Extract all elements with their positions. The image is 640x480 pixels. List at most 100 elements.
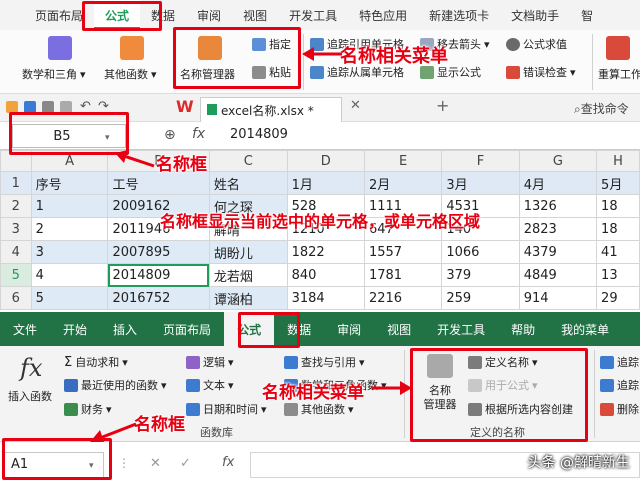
wps-tab-new[interactable]: 新建选项卡 (418, 0, 500, 30)
function-library-label: 函数库 (200, 426, 233, 439)
cell[interactable]: 姓名 (208, 171, 288, 195)
wps-tab-assistant[interactable]: 文档助手 (500, 0, 570, 30)
column-header[interactable]: D (286, 150, 365, 172)
cell[interactable]: 4月 (518, 171, 598, 195)
row-header[interactable]: 1 (0, 171, 32, 195)
row-header[interactable]: 3 (0, 217, 32, 241)
xl-tab-home[interactable]: 开始 (50, 312, 100, 346)
cell[interactable]: 2014809 (107, 263, 210, 287)
doc-tab[interactable]: excel名称.xlsx * (200, 97, 342, 122)
wps-tab-special[interactable]: 特色应用 (348, 0, 418, 30)
error-check-button[interactable]: 错误检查 ▾ (506, 64, 576, 80)
cell[interactable]: 1822 (286, 240, 365, 264)
cell[interactable]: 41 (596, 240, 640, 264)
row-header[interactable]: 5 (0, 263, 32, 287)
evaluate-button[interactable]: 公式求值 (506, 36, 567, 52)
cell[interactable]: 龙若烟 (208, 263, 288, 287)
cell[interactable]: 18 (596, 194, 640, 218)
cell[interactable]: 840 (286, 263, 365, 287)
cell[interactable]: 259 (441, 286, 520, 310)
wps-tab-more[interactable]: 智 (570, 0, 604, 30)
cell[interactable]: 2 (30, 217, 109, 241)
fx-icon[interactable]: fx (192, 126, 205, 142)
cell[interactable]: 序号 (30, 171, 109, 195)
cell[interactable]: 4 (30, 263, 109, 287)
enter-icon[interactable]: ✓ (180, 456, 191, 471)
cell[interactable]: 3月 (441, 171, 520, 195)
cell[interactable]: 3184 (286, 286, 365, 310)
logical-button[interactable]: 逻辑 ▾ (186, 354, 234, 370)
xl-tab-mymenu[interactable]: 我的菜单 (548, 312, 622, 346)
column-header[interactable]: F (441, 150, 520, 172)
cell[interactable]: 13 (596, 263, 640, 287)
zoom-icon[interactable]: ⊕ (164, 127, 176, 143)
annotation-xl-namebox: 名称框 (134, 415, 185, 435)
row-header[interactable]: 2 (0, 194, 32, 218)
annotation-box-wps-namebox (9, 112, 129, 155)
math-func-button[interactable]: 数学和三角 ▾ (22, 66, 86, 82)
xl-tab-layout[interactable]: 页面布局 (150, 312, 224, 346)
cell[interactable]: 2016752 (107, 286, 210, 310)
other-func-button[interactable]: 其他函数 ▾ (104, 66, 157, 82)
cell[interactable]: 2月 (363, 171, 443, 195)
cell[interactable]: 谭涵柏 (208, 286, 288, 310)
column-header[interactable]: H (596, 150, 640, 172)
cell[interactable]: 379 (441, 263, 520, 287)
xl-trace-button-2[interactable]: 追踪 (600, 377, 639, 393)
wps-tab-review[interactable]: 审阅 (186, 0, 232, 30)
wps-tab-dev[interactable]: 开发工具 (278, 0, 348, 30)
close-tab-icon[interactable]: ✕ (350, 98, 361, 113)
cancel-icon[interactable]: ✕ (150, 456, 161, 471)
cell[interactable]: 914 (518, 286, 598, 310)
cell[interactable]: 1066 (441, 240, 520, 264)
recent-functions-button[interactable]: 最近使用的函数 ▾ (64, 377, 167, 393)
formula-input[interactable]: 2014809 (230, 127, 288, 142)
cell[interactable]: 4379 (518, 240, 598, 264)
cell[interactable]: 5月 (596, 171, 640, 195)
column-header[interactable]: C (208, 150, 288, 172)
more-functions-button[interactable]: 其他函数 ▾ (284, 401, 354, 417)
xl-remove-arrows-button[interactable]: 删除 (600, 401, 639, 417)
search-command[interactable]: ⌕查找命令 (574, 100, 629, 117)
datetime-button[interactable]: 日期和时间 ▾ (186, 401, 267, 417)
xl-tab-insert[interactable]: 插入 (100, 312, 150, 346)
cell[interactable]: 1781 (363, 263, 443, 287)
cell[interactable]: 2823 (518, 217, 598, 241)
xl-tab-file[interactable]: 文件 (0, 312, 50, 346)
cell[interactable]: 1 (30, 194, 109, 218)
error-check-icon (506, 65, 520, 79)
cell[interactable]: 18 (596, 217, 640, 241)
cell[interactable]: 1月 (286, 171, 365, 195)
cell[interactable]: 29 (596, 286, 640, 310)
row-header[interactable]: 4 (0, 240, 32, 264)
cell[interactable]: 2007895 (107, 240, 210, 264)
search-icon: ⌕ (574, 102, 581, 116)
xl-tab-view[interactable]: 视图 (374, 312, 424, 346)
finance-button[interactable]: 财务 ▾ (64, 401, 112, 417)
cell[interactable]: 2216 (363, 286, 443, 310)
new-tab-icon[interactable]: + (436, 96, 449, 115)
insert-function-button[interactable]: 插入函数 (8, 388, 52, 404)
text-button[interactable]: 文本 ▾ (186, 377, 234, 393)
row-header[interactable]: 6 (0, 286, 32, 310)
autosum-button[interactable]: Σ 自动求和 ▾ (64, 354, 128, 370)
cell[interactable]: 胡盼儿 (208, 240, 288, 264)
recalc-button[interactable]: 重算工作 (598, 66, 640, 82)
column-header[interactable]: E (363, 150, 443, 172)
cell[interactable]: 3 (30, 240, 109, 264)
xl-tab-review[interactable]: 审阅 (324, 312, 374, 346)
more-dots-icon: ⋮ (118, 456, 130, 470)
arrow-wps-menu (302, 47, 342, 61)
xl-trace-button-1[interactable]: 追踪 (600, 354, 639, 370)
cell[interactable]: 4849 (518, 263, 598, 287)
cell[interactable]: 1326 (518, 194, 598, 218)
xl-tab-help[interactable]: 帮助 (498, 312, 548, 346)
wps-tab-view[interactable]: 视图 (232, 0, 278, 30)
cell[interactable]: 1557 (363, 240, 443, 264)
xl-fx-icon[interactable]: fx (222, 455, 234, 470)
watermark: 头条 @解晴新生 (527, 455, 630, 471)
xl-tab-dev[interactable]: 开发工具 (424, 312, 498, 346)
lookup-button[interactable]: 查找与引用 ▾ (284, 354, 365, 370)
cell[interactable]: 5 (30, 286, 109, 310)
column-header[interactable]: G (518, 150, 598, 172)
